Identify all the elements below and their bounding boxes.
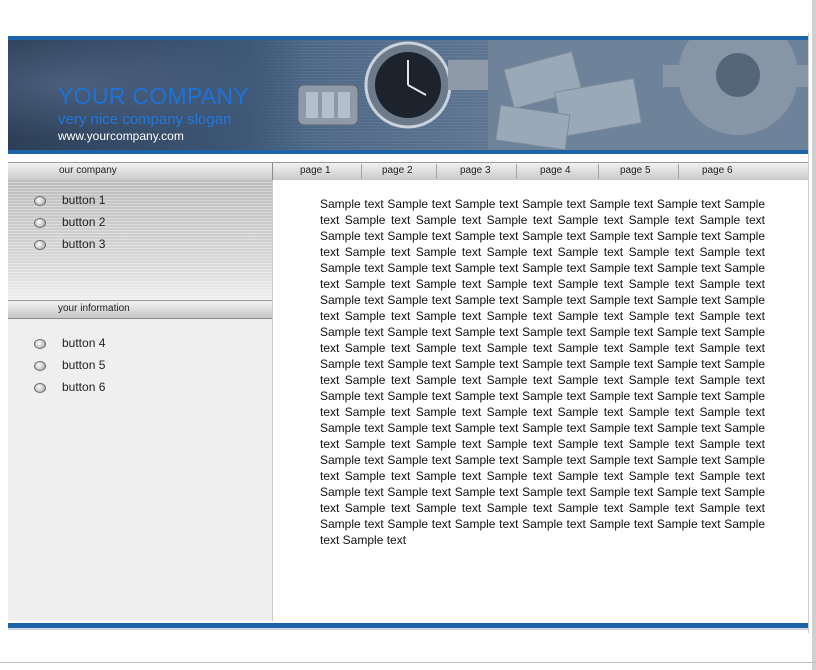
- watch-image: [297, 41, 488, 129]
- company-url: www.yourcompany.com: [58, 129, 184, 143]
- section-bar-your-information: your information: [8, 300, 272, 319]
- main-content: Sample text Sample text Sample text Samp…: [273, 180, 808, 621]
- tab-separator: [678, 164, 679, 179]
- tab-page-6[interactable]: page 6: [702, 165, 733, 176]
- tab-separator: [361, 164, 362, 179]
- sidebar-item-label: button 2: [62, 215, 106, 229]
- sidebar: button 1 button 2 button 3 your informat…: [8, 180, 273, 621]
- tab-separator: [516, 164, 517, 179]
- window-right-edge: [812, 0, 816, 670]
- sidebar-panel-our-company: button 1 button 2 button 3: [8, 180, 272, 300]
- nav-divider: [272, 163, 273, 180]
- bullet-icon: [34, 361, 46, 371]
- company-slogan: very nice company slogan: [58, 111, 232, 128]
- tab-page-5[interactable]: page 5: [620, 165, 651, 176]
- window-bottom-line: [0, 662, 816, 663]
- tab-page-3[interactable]: page 3: [460, 165, 491, 176]
- company-name: YOUR COMPANY: [58, 83, 250, 109]
- navigation-bar: our company page 1 page 2 page 3 page 4 …: [8, 162, 808, 181]
- sidebar-item-label: button 6: [62, 380, 106, 394]
- section-label-your-information: your information: [58, 303, 130, 314]
- bullet-icon: [34, 196, 46, 206]
- bullet-icon: [34, 218, 46, 228]
- sidebar-item-label: button 3: [62, 237, 106, 251]
- bullet-icon: [34, 240, 46, 250]
- section-label-our-company: our company: [59, 165, 117, 176]
- sidebar-item-label: button 4: [62, 336, 106, 350]
- content-text: Sample text Sample text Sample text Samp…: [320, 197, 765, 547]
- footer-line: [8, 628, 808, 630]
- tab-page-2[interactable]: page 2: [382, 165, 413, 176]
- sidebar-item-label: button 1: [62, 193, 106, 207]
- tab-separator: [436, 164, 437, 179]
- sidebar-item-label: button 5: [62, 358, 106, 372]
- tab-page-4[interactable]: page 4: [540, 165, 571, 176]
- bullet-icon: [34, 339, 46, 349]
- tab-separator: [598, 164, 599, 179]
- site-header: YOUR COMPANY very nice company slogan ww…: [8, 36, 808, 154]
- bullet-icon: [34, 383, 46, 393]
- page-frame: YOUR COMPANY very nice company slogan ww…: [8, 33, 809, 633]
- money-gear-image: [488, 40, 808, 150]
- tab-page-1[interactable]: page 1: [300, 165, 331, 176]
